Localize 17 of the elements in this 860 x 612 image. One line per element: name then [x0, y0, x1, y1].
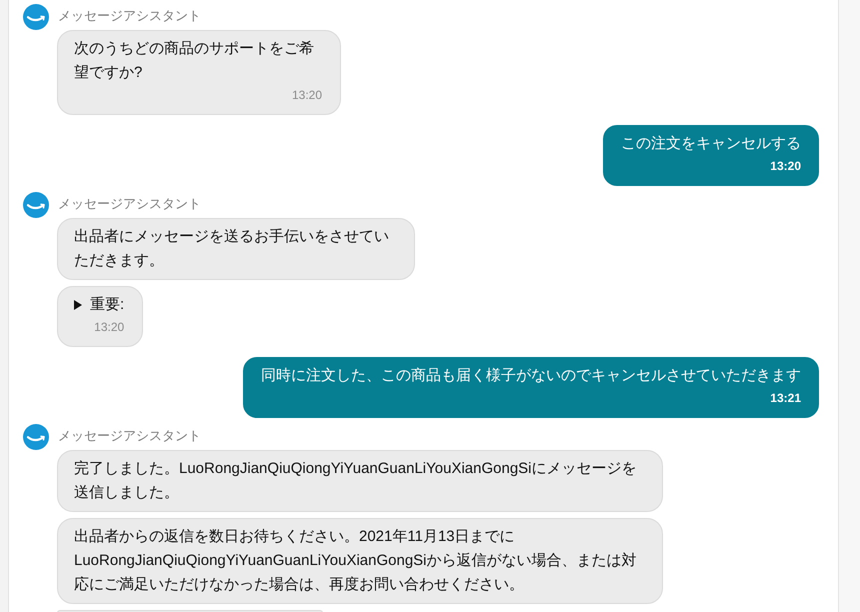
smile-avatar-icon [23, 424, 49, 450]
sender-name: メッセージアシスタント [58, 428, 201, 444]
smile-avatar-icon [23, 4, 49, 30]
message-time: 13:21 [770, 390, 801, 406]
message-time: 13:20 [292, 87, 322, 103]
message-text: 完了しました。LuoRongJianQiuQiongYiYuanGuanLiYouXianGongSiにメッセージを送信しました。 [74, 459, 638, 503]
sender-name: メッセージアシスタント [58, 196, 201, 212]
sender-name: メッセージアシスタント [58, 8, 201, 24]
message-time: 13:20 [770, 158, 801, 174]
disclosure-toggle[interactable]: 重要: [74, 293, 124, 317]
message-text: 出品者にメッセージを送るお手伝いをさせていただきます。 [74, 227, 390, 271]
message-text: 出品者からの返信を数日お待ちください。2021年11月13日までにLuoRongJianQiuQiongYiYuanGuanLiYouXianGongSiから返信がない場合、または対応にご満足いただけなかった場合は、再度お問い合わせください。 [74, 527, 638, 595]
message-text: 同時に注文した、この商品も届く様子がないのでキャンセルさせていただきます [261, 366, 801, 386]
message-text: 次のうちどの商品のサポートをご希望ですか? [74, 39, 315, 83]
message-text: この注文をキャンセルする [621, 134, 801, 154]
message-time: 13:20 [94, 319, 124, 335]
smile-avatar-icon [23, 192, 49, 218]
